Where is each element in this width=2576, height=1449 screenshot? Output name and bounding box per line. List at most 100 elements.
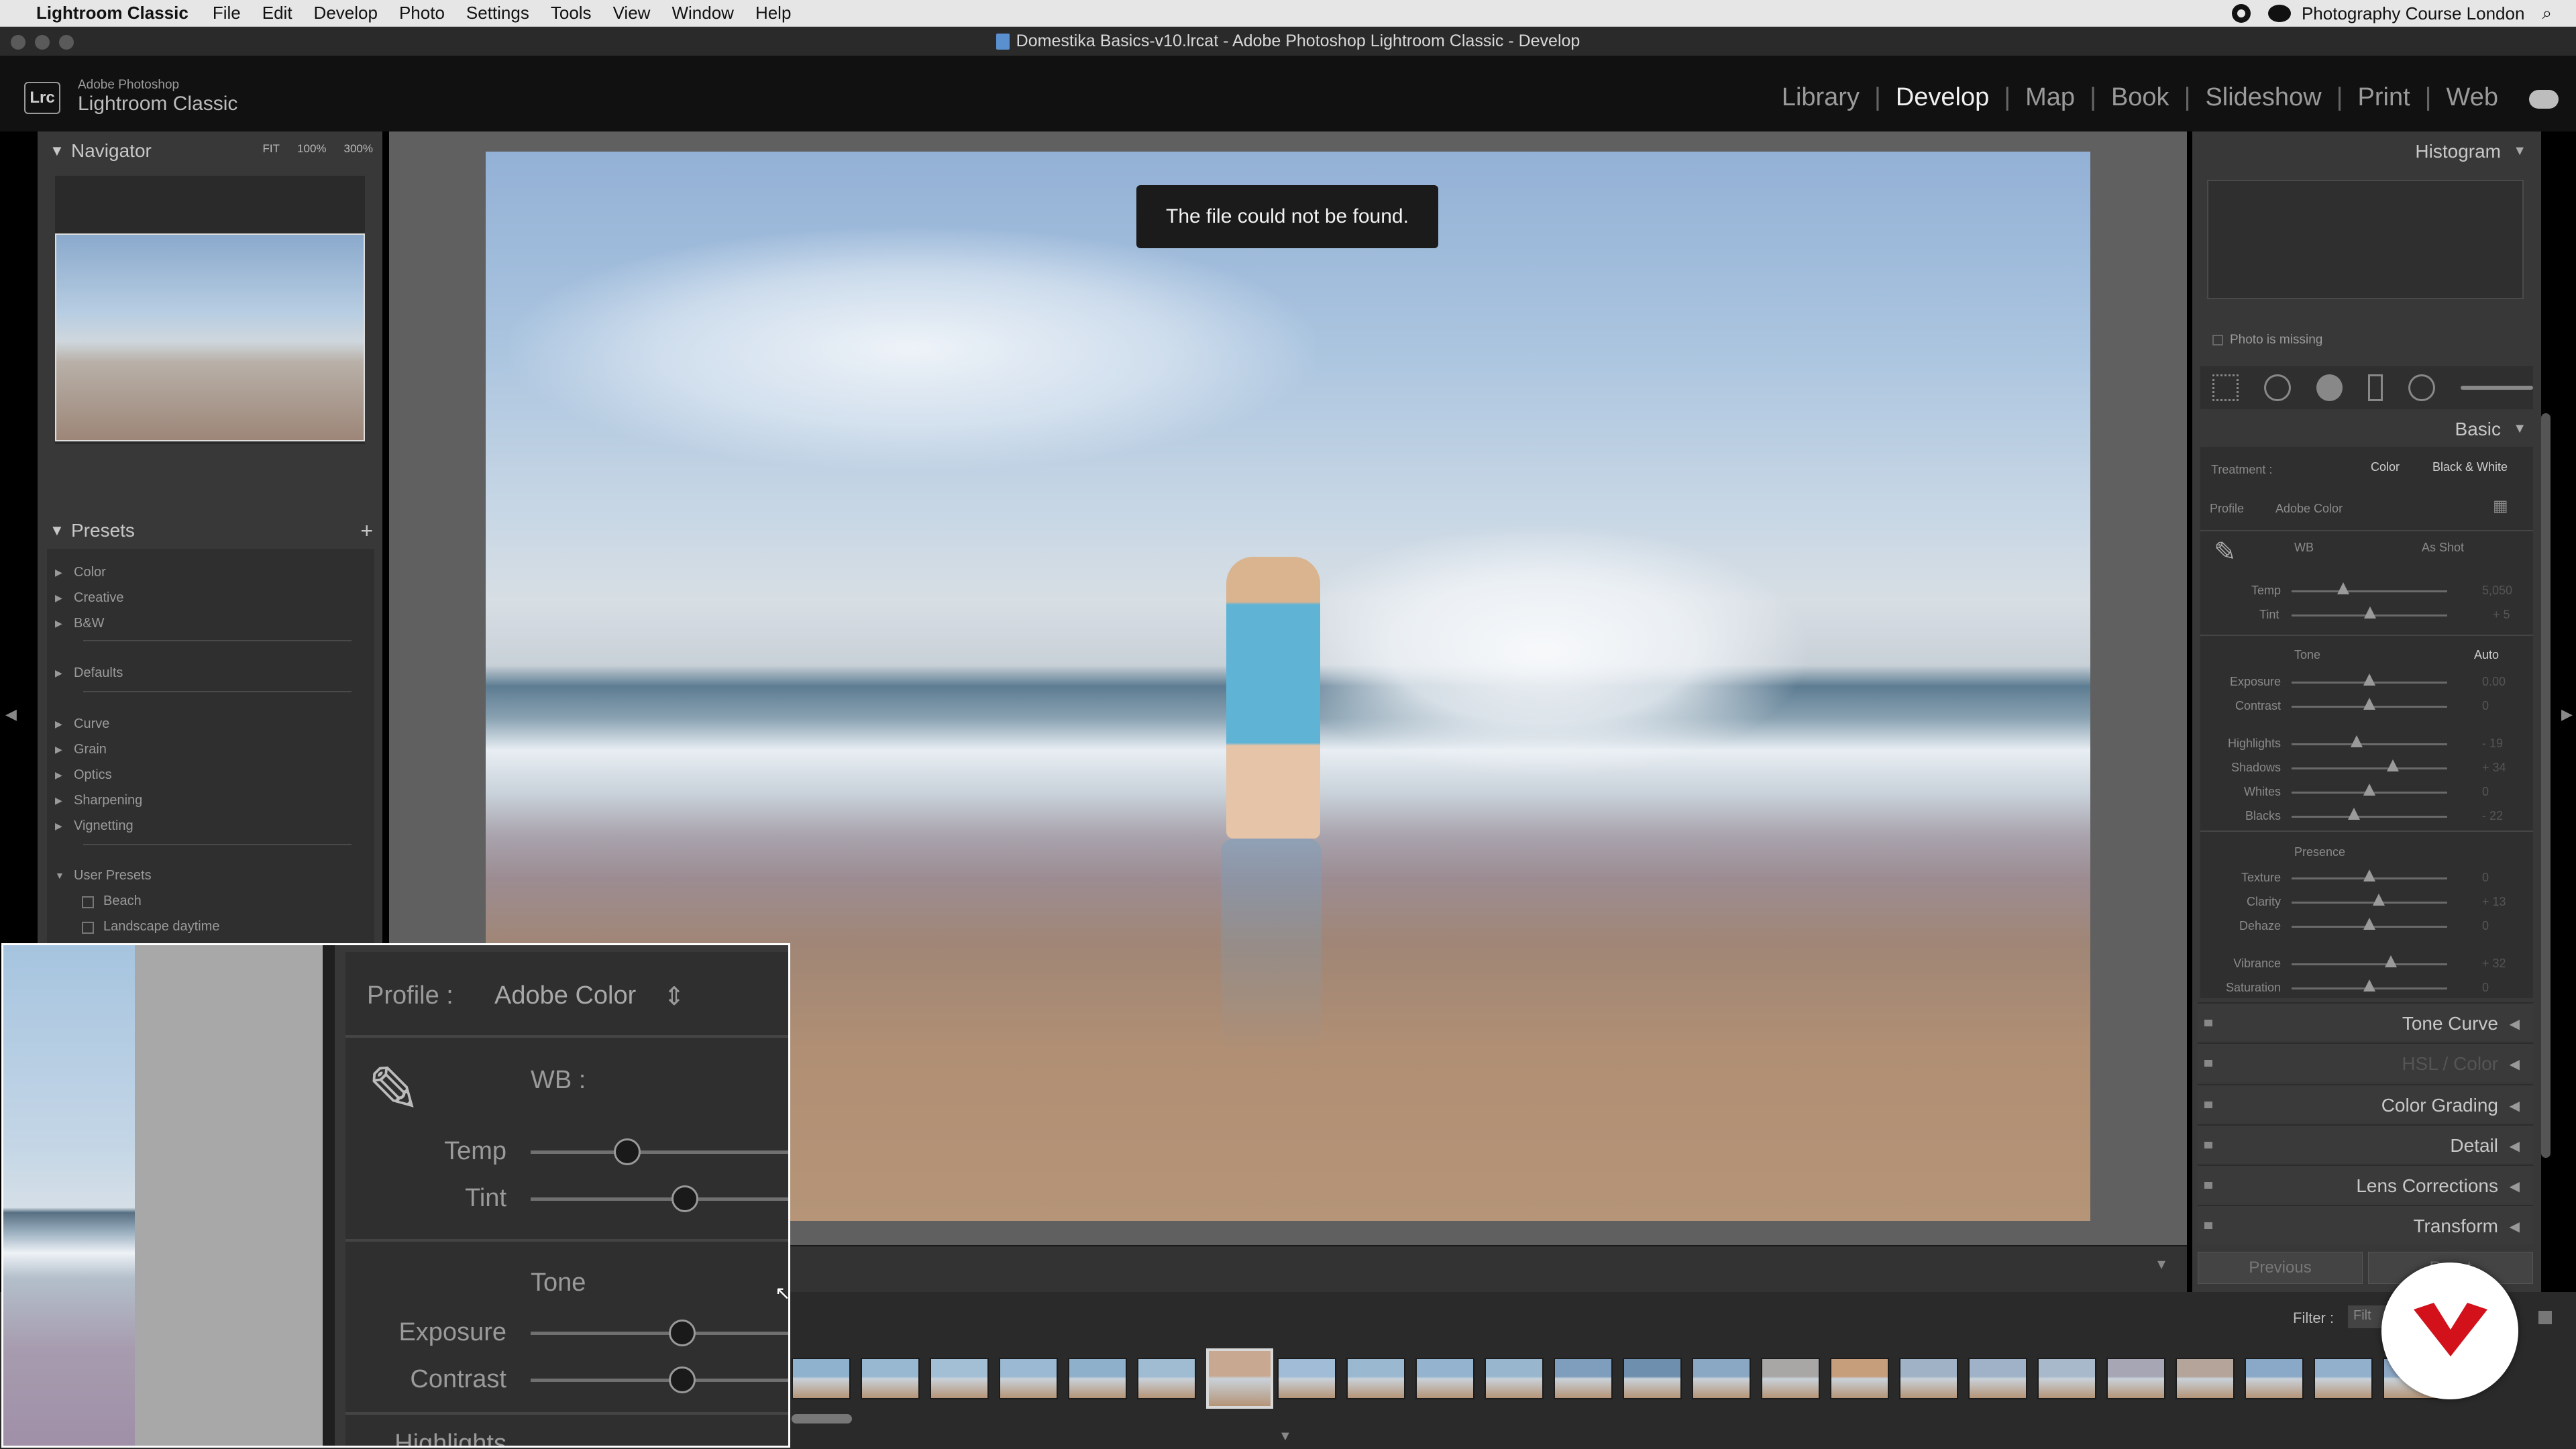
clarity-slider-knob[interactable] — [2372, 894, 2385, 906]
module-slideshow[interactable]: Slideshow — [2190, 83, 2336, 112]
right-panel-toggle-icon[interactable]: ▶ — [2561, 706, 2573, 723]
treatment-bw-button[interactable]: Black & White — [2432, 460, 2508, 474]
exposure-value[interactable]: 0.00 — [2482, 675, 2506, 689]
filmstrip-thumbnail[interactable] — [999, 1358, 1058, 1399]
inset-tint-track[interactable] — [531, 1197, 788, 1201]
blacks-value[interactable]: - 22 — [2482, 809, 2503, 823]
profile-browser-icon[interactable]: ▦ — [2493, 496, 2508, 516]
filmstrip-thumbnail[interactable] — [1692, 1358, 1751, 1399]
collapse-triangle-icon[interactable]: ▼ — [50, 142, 64, 160]
zoom-100-option[interactable]: 100% — [297, 142, 326, 156]
user-preset-beach[interactable]: Beach — [82, 894, 142, 909]
module-develop[interactable]: Develop — [1881, 83, 2004, 112]
inset-tint-knob[interactable] — [672, 1185, 698, 1212]
menu-tools[interactable]: Tools — [551, 3, 592, 23]
app-menu[interactable]: Lightroom Classic — [36, 3, 189, 23]
panel-switch-icon[interactable] — [2204, 1182, 2212, 1189]
histogram-title[interactable]: Histogram — [2415, 141, 2501, 162]
collapse-triangle-icon[interactable]: ▼ — [2513, 421, 2526, 437]
vibrance-slider-track[interactable] — [2292, 963, 2447, 965]
saturation-value[interactable]: 0 — [2482, 981, 2489, 995]
inset-exposure-knob[interactable] — [669, 1320, 696, 1346]
panel-switch-icon[interactable] — [2204, 1060, 2212, 1067]
crop-tool-icon[interactable] — [2212, 374, 2239, 401]
close-window-button[interactable] — [11, 35, 25, 50]
panel-switch-icon[interactable] — [2204, 1020, 2212, 1026]
panel-switch-icon[interactable] — [2204, 1142, 2212, 1148]
lens-corrections-panel-header[interactable]: Lens Corrections ◀ — [2198, 1165, 2533, 1203]
inset-contrast-knob[interactable] — [669, 1366, 696, 1393]
healing-tool-icon[interactable] — [2264, 374, 2291, 401]
dehaze-slider-knob[interactable] — [2363, 918, 2375, 930]
basic-title[interactable]: Basic — [2455, 419, 2501, 440]
search-icon[interactable]: ⌕ — [2542, 3, 2552, 24]
texture-value[interactable]: 0 — [2482, 871, 2489, 885]
saturation-slider-knob[interactable] — [2363, 979, 2375, 991]
module-print[interactable]: Print — [2343, 83, 2425, 112]
inset-eyedropper-icon[interactable]: ✎ — [367, 1053, 421, 1128]
hsl-panel-header[interactable]: HSL / Color ◀ — [2198, 1042, 2533, 1081]
menu-photo[interactable]: Photo — [399, 3, 445, 23]
collapse-triangle-icon[interactable]: ▼ — [50, 522, 64, 539]
menu-develop[interactable]: Develop — [314, 3, 378, 23]
filmstrip-thumbnail[interactable] — [2314, 1358, 2373, 1399]
preset-group-defaults[interactable]: Defaults — [55, 665, 123, 681]
filmstrip-thumbnail[interactable] — [2176, 1358, 2235, 1399]
shadows-slider-knob[interactable] — [2386, 759, 2399, 771]
filmstrip-thumbnail[interactable] — [2106, 1358, 2165, 1399]
highlights-value[interactable]: - 19 — [2482, 737, 2503, 751]
menu-edit[interactable]: Edit — [262, 3, 292, 23]
zoom-300-option[interactable]: 300% — [344, 142, 373, 156]
add-preset-button[interactable]: + — [360, 519, 373, 543]
temp-slider-knob[interactable] — [2337, 582, 2349, 594]
blacks-slider-knob[interactable] — [2347, 808, 2360, 820]
navigator-header[interactable]: ▼ Navigator FIT 100% 300% — [38, 131, 382, 170]
exposure-slider-knob[interactable] — [2363, 674, 2375, 686]
temp-value[interactable]: 5,050 — [2482, 584, 2512, 598]
presets-header[interactable]: ▼ Presets + — [38, 511, 382, 550]
blacks-slider-track[interactable] — [2292, 816, 2447, 818]
preset-group-color[interactable]: Color — [55, 565, 106, 580]
module-web[interactable]: Web — [2432, 83, 2513, 112]
menu-settings[interactable]: Settings — [466, 3, 529, 23]
filmstrip-thumbnail[interactable] — [1068, 1358, 1127, 1399]
toolbar-menu-icon[interactable]: ▾ — [2157, 1254, 2165, 1274]
preset-group-curve[interactable]: Curve — [55, 716, 110, 732]
zoom-window-button[interactable] — [59, 35, 74, 50]
filmstrip-thumbnail-selected[interactable] — [1206, 1348, 1273, 1409]
filmstrip-thumbnail[interactable] — [1485, 1358, 1544, 1399]
tone-curve-panel-header[interactable]: Tone Curve ◀ — [2198, 1002, 2533, 1041]
bottom-panel-toggle-icon[interactable]: ▼ — [1279, 1429, 1292, 1444]
panel-switch-icon[interactable] — [2204, 1102, 2212, 1108]
panel-switch-icon[interactable] — [2204, 1222, 2212, 1229]
filmstrip-thumbnail[interactable] — [1554, 1358, 1613, 1399]
expand-triangle-icon[interactable]: ◀ — [2510, 1056, 2520, 1073]
navigator-thumbnail[interactable] — [55, 233, 365, 441]
screen-share-icon[interactable] — [2267, 5, 2291, 22]
highlights-slider-track[interactable] — [2292, 743, 2447, 745]
filmstrip-scrollbar[interactable] — [792, 1414, 852, 1424]
filmstrip-thumbnail[interactable] — [861, 1358, 920, 1399]
right-panel-scrollbar[interactable] — [2541, 413, 2551, 1158]
preset-group-sharpening[interactable]: Sharpening — [55, 793, 142, 808]
expand-triangle-icon[interactable]: ◀ — [2510, 1218, 2520, 1235]
record-icon[interactable] — [2231, 4, 2251, 23]
expand-triangle-icon[interactable]: ◀ — [2510, 1016, 2520, 1032]
shadows-value[interactable]: + 34 — [2482, 761, 2506, 775]
inset-exposure-track[interactable] — [531, 1332, 788, 1335]
preset-group-optics[interactable]: Optics — [55, 767, 112, 783]
treatment-color-button[interactable]: Color — [2371, 460, 2400, 474]
filmstrip-thumbnail[interactable] — [1277, 1358, 1336, 1399]
wb-eyedropper-icon[interactable]: ✎ — [2214, 537, 2237, 568]
filmstrip-thumbnail[interactable] — [2245, 1358, 2304, 1399]
filmstrip-thumbnail[interactable] — [1968, 1358, 2027, 1399]
preset-group-bw[interactable]: B&W — [55, 616, 104, 631]
module-library[interactable]: Library — [1767, 83, 1874, 112]
contrast-slider-knob[interactable] — [2363, 698, 2375, 710]
profile-dropdown[interactable]: Adobe Color — [2275, 502, 2343, 516]
menu-user-label[interactable]: Photography Course London — [2302, 3, 2524, 24]
contrast-value[interactable]: 0 — [2482, 699, 2489, 713]
detail-panel-header[interactable]: Detail ◀ — [2198, 1124, 2533, 1163]
wb-dropdown[interactable]: As Shot — [2422, 541, 2464, 555]
collapse-triangle-icon[interactable]: ▼ — [2513, 144, 2526, 159]
